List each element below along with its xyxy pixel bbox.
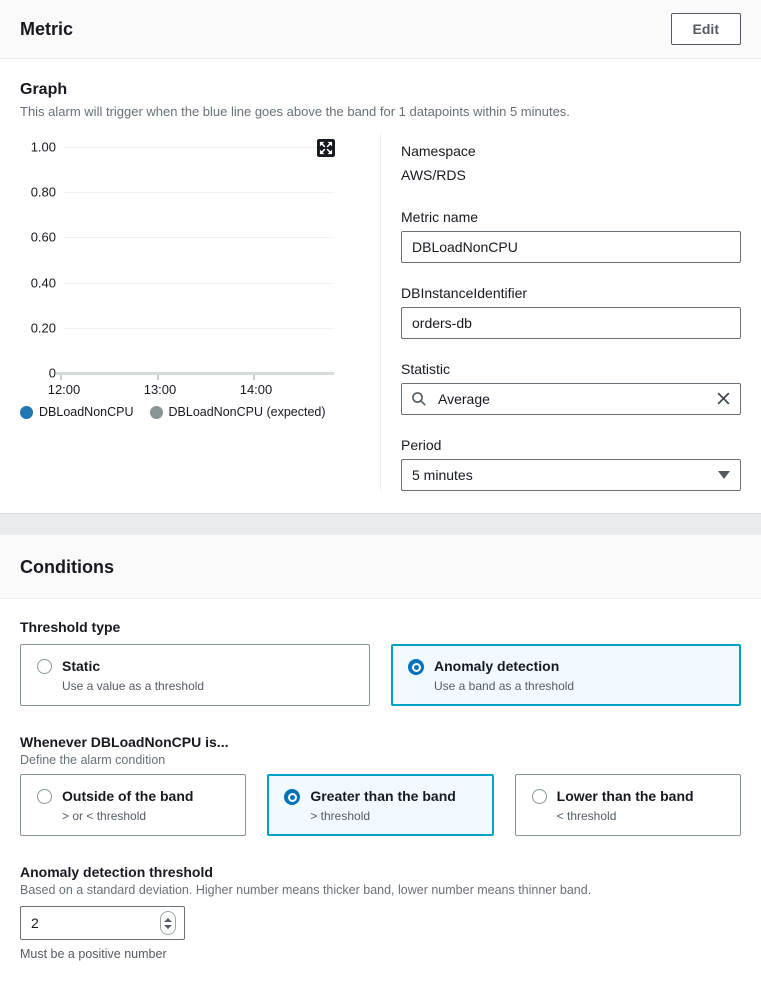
legend-label: DBLoadNonCPU (expected) (169, 405, 326, 419)
namespace-label: Namespace (401, 143, 741, 159)
tile-description: > or < threshold (62, 809, 193, 823)
chevron-down-icon (718, 471, 730, 479)
tile-title: Outside of the band (62, 787, 193, 806)
anomaly-threshold-group: Anomaly detection threshold Based on a s… (20, 864, 741, 961)
x-axis-tick: 14:00 (234, 382, 278, 397)
x-axis-tickmark (60, 375, 62, 380)
metric-chart: 1.00 0.80 0.60 0.40 0.20 0 12:00 13:00 1… (20, 133, 380, 433)
chart-legend: DBLoadNonCPU DBLoadNonCPU (expected) (20, 405, 326, 419)
tile-anomaly-detection[interactable]: Anomaly detection Use a band as a thresh… (391, 644, 741, 706)
tile-lower-than-band[interactable]: Lower than the band < threshold (515, 774, 741, 836)
y-axis-tick: 0 (20, 366, 56, 381)
metric-card: Metric Edit Graph This alarm will trigge… (0, 0, 761, 513)
period-select[interactable]: 5 minutes (401, 459, 741, 491)
tile-title: Greater than the band (310, 787, 455, 806)
anomaly-threshold-description: Based on a standard deviation. Higher nu… (20, 883, 741, 897)
alarm-condition-group: Whenever DBLoadNonCPU is... Define the a… (20, 734, 741, 836)
edit-button[interactable]: Edit (671, 13, 741, 45)
statistic-input[interactable] (401, 383, 741, 415)
condition-sublabel: Define the alarm condition (20, 753, 741, 767)
tile-title: Anomaly detection (434, 657, 574, 676)
x-axis-tick: 13:00 (138, 382, 182, 397)
period-label: Period (401, 437, 741, 453)
gridline (64, 147, 334, 148)
metric-title: Metric (20, 19, 73, 40)
gridline (64, 328, 334, 329)
y-axis-tick: 0.40 (20, 276, 56, 291)
radio-unchecked-icon[interactable] (532, 789, 547, 804)
radio-checked-icon[interactable] (408, 659, 424, 675)
threshold-type-label: Threshold type (20, 619, 741, 635)
stepper-up-icon[interactable] (164, 918, 172, 922)
section-divider (0, 513, 761, 535)
tile-title: Static (62, 657, 204, 676)
x-axis-tickmark (253, 375, 255, 380)
number-stepper-icon[interactable] (160, 911, 176, 935)
tile-description: > threshold (310, 809, 455, 823)
gridline (64, 283, 334, 284)
radio-checked-icon[interactable] (284, 789, 300, 805)
metric-body: Graph This alarm will trigger when the b… (0, 59, 761, 513)
statistic-label: Statistic (401, 361, 741, 377)
x-axis-tickmark (157, 375, 159, 380)
metric-name-label: Metric name (401, 209, 741, 225)
anomaly-threshold-label: Anomaly detection threshold (20, 864, 741, 880)
graph-description: This alarm will trigger when the blue li… (20, 104, 741, 119)
namespace-value: AWS/RDS (401, 167, 741, 183)
tile-title: Lower than the band (557, 787, 694, 806)
radio-unchecked-icon[interactable] (37, 789, 52, 804)
legend-item-actual[interactable]: DBLoadNonCPU (20, 405, 134, 419)
conditions-card-header: Conditions (0, 535, 761, 599)
conditions-card: Conditions Threshold type Static Use a v… (0, 535, 761, 981)
threshold-constraint-text: Must be a positive number (20, 947, 741, 961)
dimension-input[interactable] (401, 307, 741, 339)
x-axis-line (56, 372, 334, 375)
y-axis-tick: 1.00 (20, 140, 56, 155)
tile-greater-than-band[interactable]: Greater than the band > threshold (267, 774, 493, 836)
period-selected-value: 5 minutes (412, 467, 473, 483)
legend-item-expected[interactable]: DBLoadNonCPU (expected) (150, 405, 326, 419)
stepper-down-icon[interactable] (164, 925, 172, 929)
tile-static[interactable]: Static Use a value as a threshold (20, 644, 370, 706)
legend-swatch-blue (20, 406, 33, 419)
legend-swatch-gray (150, 406, 163, 419)
gridline (64, 192, 334, 193)
conditions-body: Threshold type Static Use a value as a t… (0, 599, 761, 981)
graph-heading: Graph (20, 81, 741, 99)
y-axis-tick: 0.60 (20, 230, 56, 245)
threshold-type-group: Threshold type Static Use a value as a t… (20, 619, 741, 706)
conditions-title: Conditions (20, 557, 741, 578)
y-axis-tick: 0.80 (20, 185, 56, 200)
gridline (64, 237, 334, 238)
tile-outside-band[interactable]: Outside of the band > or < threshold (20, 774, 246, 836)
tile-description: Use a value as a threshold (62, 679, 204, 693)
condition-label: Whenever DBLoadNonCPU is... (20, 734, 741, 750)
dimension-label: DBInstanceIdentifier (401, 285, 741, 301)
radio-unchecked-icon[interactable] (37, 659, 52, 674)
close-icon[interactable] (716, 391, 731, 411)
tile-description: Use a band as a threshold (434, 679, 574, 693)
metric-name-input[interactable] (401, 231, 741, 263)
x-axis-tick: 12:00 (42, 382, 86, 397)
expand-arrows-icon[interactable] (317, 139, 335, 157)
legend-label: DBLoadNonCPU (39, 405, 134, 419)
metric-card-header: Metric Edit (0, 0, 761, 59)
tile-description: < threshold (557, 809, 694, 823)
y-axis-tick: 0.20 (20, 321, 56, 336)
search-icon (411, 391, 427, 412)
metric-form: Namespace AWS/RDS Metric name DBInstance… (380, 133, 741, 491)
